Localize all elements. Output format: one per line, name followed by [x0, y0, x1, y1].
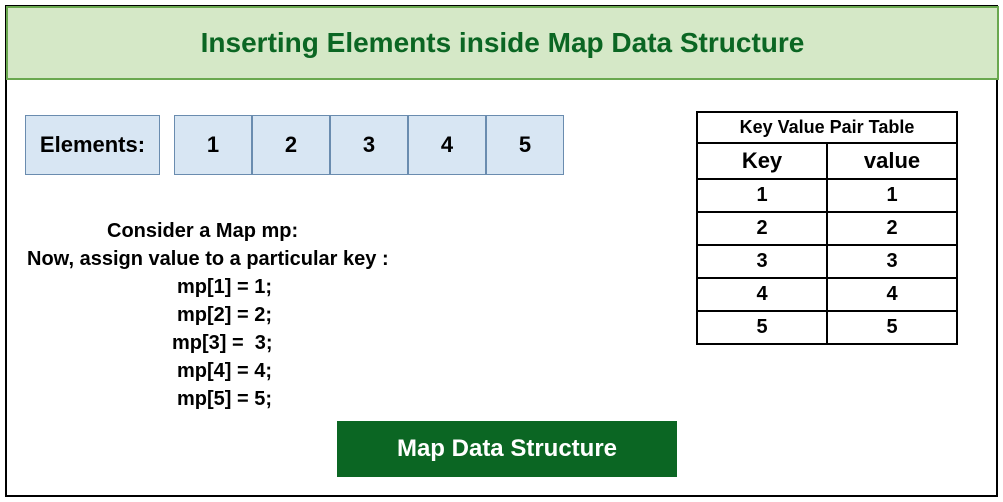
code-line: mp[4] = 4; — [27, 357, 527, 385]
code-line: mp[5] = 5; — [27, 385, 527, 413]
table-row: 2 2 — [697, 212, 957, 245]
footer-box: Map Data Structure — [337, 421, 677, 477]
cell-key: 5 — [697, 311, 827, 344]
cell-key: 1 — [697, 179, 827, 212]
cell-value: 5 — [827, 311, 957, 344]
element-cell: 5 — [486, 115, 564, 175]
element-cell: 4 — [408, 115, 486, 175]
element-cell: 2 — [252, 115, 330, 175]
cell-value: 2 — [827, 212, 957, 245]
table-header-key: Key — [697, 143, 827, 179]
cell-key: 2 — [697, 212, 827, 245]
title-bar: Inserting Elements inside Map Data Struc… — [6, 6, 999, 80]
elements-cells: 1 2 3 4 5 — [174, 115, 564, 175]
cell-key: 4 — [697, 278, 827, 311]
cell-key: 3 — [697, 245, 827, 278]
table-header-value: value — [827, 143, 957, 179]
elements-row: Elements: 1 2 3 4 5 — [25, 115, 564, 175]
table-row: 4 4 — [697, 278, 957, 311]
cell-value: 4 — [827, 278, 957, 311]
diagram-frame: Inserting Elements inside Map Data Struc… — [5, 5, 998, 497]
element-cell: 3 — [330, 115, 408, 175]
code-line: Now, assign value to a particular key : — [27, 245, 527, 273]
code-line: mp[2] = 2; — [27, 301, 527, 329]
elements-label: Elements: — [25, 115, 160, 175]
cell-value: 3 — [827, 245, 957, 278]
page-title: Inserting Elements inside Map Data Struc… — [201, 27, 805, 59]
code-block: Consider a Map mp: Now, assign value to … — [27, 217, 527, 413]
table-caption: Key Value Pair Table — [696, 111, 958, 142]
cell-value: 1 — [827, 179, 957, 212]
key-value-table: Key Value Pair Table Key value 1 1 2 2 3… — [696, 111, 958, 345]
code-line: mp[1] = 1; — [27, 273, 527, 301]
table-row: 1 1 — [697, 179, 957, 212]
code-line: mp[3] = 3; — [27, 329, 527, 357]
footer-label: Map Data Structure — [397, 435, 617, 463]
table-row: 5 5 — [697, 311, 957, 344]
table-header-row: Key value — [697, 143, 957, 179]
code-line: Consider a Map mp: — [27, 217, 527, 245]
table-row: 3 3 — [697, 245, 957, 278]
element-cell: 1 — [174, 115, 252, 175]
